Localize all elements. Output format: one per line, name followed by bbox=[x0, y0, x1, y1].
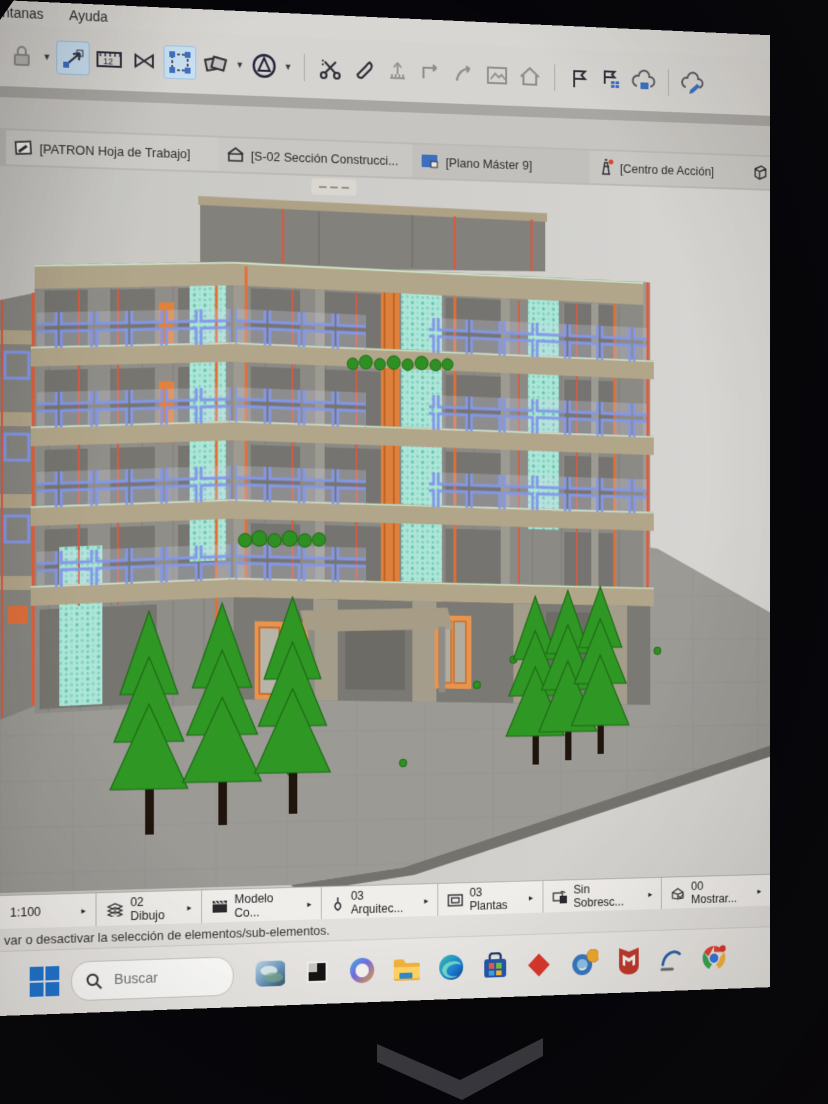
filter-icon bbox=[671, 887, 685, 901]
cube-icon bbox=[753, 164, 769, 181]
menu-item-ayuda[interactable]: Ayuda bbox=[69, 7, 108, 25]
3d-model-canvas bbox=[0, 166, 770, 895]
tab-label: [S-02 Sección Construcci... bbox=[251, 148, 398, 168]
flag-list-icon[interactable] bbox=[597, 64, 626, 96]
layers-icon bbox=[106, 902, 123, 916]
scissors-icon[interactable] bbox=[315, 52, 345, 84]
chevron-right-icon: ▸ bbox=[424, 895, 428, 906]
chevron-right-icon: ▸ bbox=[757, 886, 761, 896]
mvo-icon bbox=[212, 900, 228, 914]
layout-icon bbox=[420, 152, 440, 170]
laptop-screen: ntanas Ayuda ▼ 12 bbox=[0, 0, 770, 1016]
segment-label: 00 Mostrar... bbox=[691, 878, 751, 906]
section-icon bbox=[226, 146, 245, 164]
left-wing bbox=[0, 292, 36, 720]
segment-label: 03 Plantas bbox=[469, 884, 522, 912]
tab-patron-hoja-de-trabajo[interactable]: [PATRON Hoja de Trabajo] bbox=[6, 130, 227, 171]
riser-icon[interactable] bbox=[382, 55, 412, 87]
dimension-icon[interactable]: 12 bbox=[93, 43, 124, 76]
tab-next-partial[interactable] bbox=[751, 156, 770, 189]
widgets-icon[interactable] bbox=[255, 957, 285, 989]
file-explorer-icon[interactable] bbox=[392, 953, 422, 985]
search-input[interactable] bbox=[112, 968, 203, 989]
microsoft-store-icon[interactable] bbox=[481, 950, 510, 982]
chevron-right-icon: ▸ bbox=[187, 902, 191, 913]
layer-combination-selector[interactable]: 02 Dibujo ▸ bbox=[96, 890, 202, 927]
svg-text:12: 12 bbox=[103, 56, 113, 66]
chevron-right-icon: ▸ bbox=[648, 889, 652, 900]
corner-arrow-icon[interactable] bbox=[416, 57, 446, 89]
segment-label: 03 Arquitec... bbox=[351, 887, 418, 916]
tab-centro-de-accion[interactable]: [Centro de Acción] bbox=[589, 151, 760, 189]
worksheet-icon bbox=[14, 138, 34, 157]
left-facade bbox=[31, 262, 238, 714]
archicad-icon[interactable] bbox=[657, 944, 685, 975]
toolbar-separator bbox=[554, 64, 555, 91]
home-icon[interactable] bbox=[515, 61, 544, 93]
knife-icon[interactable] bbox=[349, 54, 379, 86]
tab-plano-master-9[interactable]: [Plano Máster 9] bbox=[412, 144, 597, 183]
scale-selector[interactable]: 1:100 ▸ bbox=[0, 893, 96, 930]
select-frame-icon[interactable] bbox=[163, 45, 196, 80]
segment-label: 02 Dibujo bbox=[130, 894, 180, 923]
arrow-select-icon[interactable] bbox=[56, 40, 89, 75]
renovation-filter-selector[interactable]: Sin Sobresc... ▸ bbox=[543, 878, 662, 914]
chevron-right-icon: ▸ bbox=[307, 899, 311, 910]
tab-label: [Centro de Acción] bbox=[620, 161, 714, 178]
red-diamond-icon[interactable] bbox=[524, 949, 553, 981]
photo-corner-shadow bbox=[0, 0, 14, 20]
graphic-override-selector[interactable]: 03 Plantas ▸ bbox=[438, 881, 543, 917]
toolbar-separator bbox=[668, 69, 669, 96]
chevron-down-icon[interactable]: ▼ bbox=[235, 60, 244, 70]
chevron-down-icon[interactable]: ▼ bbox=[284, 62, 292, 72]
3d-viewport[interactable] bbox=[0, 166, 770, 895]
action-center-icon bbox=[597, 158, 615, 178]
start-button[interactable] bbox=[30, 966, 60, 997]
tab-s02-seccion[interactable]: [S-02 Sección Construcci... bbox=[218, 138, 420, 178]
lock-icon[interactable] bbox=[6, 39, 38, 72]
pen-set-icon bbox=[331, 896, 344, 911]
community-icon[interactable] bbox=[570, 947, 599, 978]
arc-arrow-icon[interactable] bbox=[449, 58, 478, 90]
cloud-home-icon[interactable] bbox=[630, 66, 659, 97]
renovation-icon bbox=[552, 890, 567, 904]
browser-icon[interactable] bbox=[700, 943, 728, 974]
flag-icon[interactable] bbox=[565, 63, 594, 95]
compass-circle-icon[interactable] bbox=[249, 50, 279, 83]
marquee-icon[interactable] bbox=[129, 44, 160, 77]
scale-value: 1:100 bbox=[10, 905, 41, 920]
filter-selector[interactable]: 00 Mostrar... ▸ bbox=[662, 875, 770, 910]
laptop-brand-logo bbox=[365, 1030, 555, 1104]
chevron-right-icon: ▸ bbox=[529, 892, 533, 903]
segment-label: Sin Sobresc... bbox=[573, 881, 642, 910]
drag-copy-icon[interactable] bbox=[200, 48, 231, 81]
chevron-right-icon: ▸ bbox=[81, 905, 85, 916]
copilot-icon[interactable] bbox=[347, 954, 377, 986]
segment-label: Modelo Co... bbox=[234, 891, 300, 920]
snip-tool-icon[interactable] bbox=[302, 956, 332, 988]
mcafee-icon[interactable] bbox=[615, 946, 644, 977]
chevron-down-icon[interactable]: ▼ bbox=[43, 52, 52, 62]
search-icon bbox=[86, 972, 103, 989]
model-view-options-selector[interactable]: Modelo Co... ▸ bbox=[202, 887, 322, 924]
image-frame-icon[interactable] bbox=[482, 60, 511, 92]
panel-collapse-handle[interactable] bbox=[311, 178, 356, 196]
override-icon bbox=[448, 893, 463, 906]
toolbar-separator bbox=[304, 54, 305, 81]
pen-set-selector[interactable]: 03 Arquitec... ▸ bbox=[322, 884, 439, 920]
cloud-edit-icon[interactable] bbox=[678, 68, 706, 99]
tab-label: [Plano Máster 9] bbox=[446, 155, 533, 172]
tab-label: [PATRON Hoja de Trabajo] bbox=[40, 141, 191, 161]
edge-icon[interactable] bbox=[436, 951, 465, 983]
search-box[interactable] bbox=[71, 956, 234, 1001]
